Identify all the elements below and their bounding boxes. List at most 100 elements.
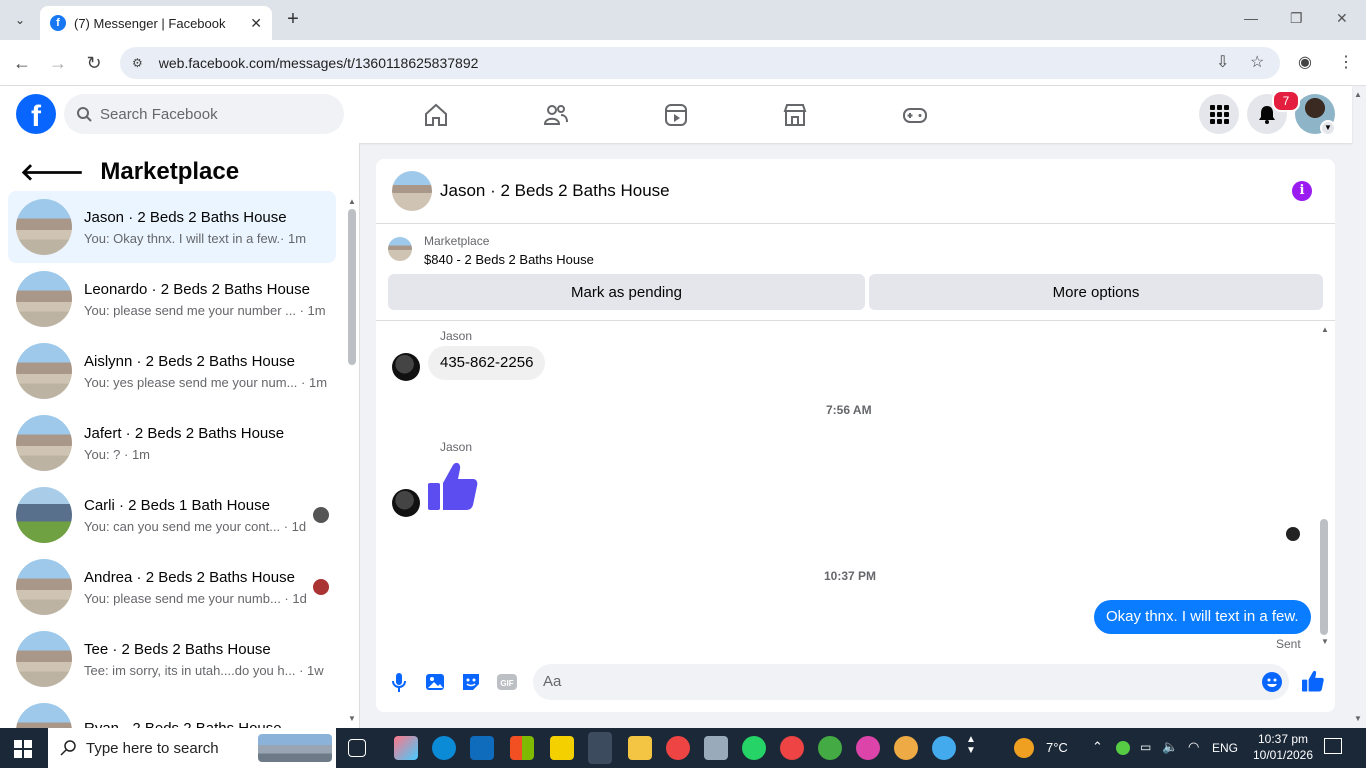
- sender-avatar[interactable]: [392, 489, 420, 517]
- tray-chevron-icon[interactable]: ⌃: [1092, 739, 1103, 755]
- page-scroll-down-arrow[interactable]: ▼: [1354, 714, 1362, 723]
- chrome-profile-icon[interactable]: [932, 736, 956, 760]
- facebook-search-input[interactable]: Search Facebook: [64, 94, 344, 134]
- page-scroll-up-arrow[interactable]: ▲: [1354, 90, 1362, 99]
- chat-scrollbar[interactable]: [1320, 519, 1328, 635]
- url-input[interactable]: ⚙ web.facebook.com/messages/t/1360118625…: [120, 47, 1280, 79]
- wifi-icon[interactable]: ◠: [1188, 739, 1199, 755]
- chrome-profile-icon[interactable]: [780, 736, 804, 760]
- more-options-button[interactable]: More options: [869, 274, 1323, 310]
- chrome-profile-icon[interactable]: [894, 736, 918, 760]
- scroll-down-arrow[interactable]: ▼: [348, 714, 356, 723]
- sticker-icon[interactable]: [460, 671, 482, 693]
- language-indicator[interactable]: ENG: [1212, 741, 1238, 755]
- whatsapp-icon[interactable]: [742, 736, 766, 760]
- restore-icon[interactable]: ❐: [1290, 10, 1303, 27]
- browser-menu-icon[interactable]: ⋮: [1338, 52, 1354, 72]
- url-text: web.facebook.com/messages/t/136011862583…: [158, 55, 479, 71]
- chat-scroll-down-arrow[interactable]: ▼: [1321, 637, 1329, 646]
- like-send-icon[interactable]: [1302, 670, 1324, 692]
- new-tab-button[interactable]: +: [282, 8, 304, 30]
- home-icon[interactable]: [423, 102, 449, 128]
- windows-start-icon[interactable]: [14, 740, 32, 758]
- conversation-item[interactable]: Leonardo · 2 Beds 2 Baths House You: plea…: [8, 263, 336, 335]
- site-settings-icon[interactable]: ⚙: [132, 56, 143, 70]
- chrome-icon[interactable]: [666, 736, 690, 760]
- outlook-icon[interactable]: [470, 736, 494, 760]
- task-view-icon[interactable]: [348, 739, 366, 757]
- conversation-name: Ryan · 2 Beds 2 Baths House: [84, 720, 314, 728]
- listing-thumbnail[interactable]: [388, 237, 412, 261]
- photo-icon[interactable]: [424, 671, 446, 693]
- friends-icon[interactable]: [543, 102, 569, 128]
- app-icon[interactable]: [704, 736, 728, 760]
- conversation-item[interactable]: Jafert · 2 Beds 2 Baths House You: ? · 1m: [8, 407, 336, 479]
- mark-pending-button[interactable]: Mark as pending: [388, 274, 865, 310]
- conversation-item[interactable]: Carli · 2 Beds 1 Bath House You: can you …: [8, 479, 336, 551]
- message-timestamp: 7:56 AM: [826, 403, 872, 417]
- conversation-item[interactable]: Andrea · 2 Beds 2 Baths House You: please…: [8, 551, 336, 623]
- tray-app-icon[interactable]: [1116, 741, 1130, 755]
- chrome-profile-icon[interactable]: [818, 736, 842, 760]
- conversation-name: Jafert · 2 Beds 2 Baths House: [84, 424, 285, 442]
- facebook-logo-icon[interactable]: f: [16, 94, 56, 134]
- bookmark-star-icon[interactable]: ☆: [1250, 52, 1264, 72]
- emoji-icon[interactable]: [1262, 672, 1282, 692]
- reload-icon[interactable]: ↻: [82, 52, 106, 76]
- volume-icon[interactable]: 🔈: [1162, 739, 1178, 755]
- outgoing-message[interactable]: Okay thnx. I will text in a few.: [1094, 600, 1311, 634]
- profile-icon[interactable]: ◉: [1298, 52, 1312, 72]
- notification-center-icon[interactable]: [1324, 738, 1342, 754]
- seen-avatar: [1286, 527, 1300, 541]
- sticky-notes-icon[interactable]: [550, 736, 574, 760]
- active-app-icon[interactable]: [588, 732, 612, 764]
- marketplace-title: Marketplace: [100, 158, 240, 185]
- video-icon[interactable]: [663, 102, 689, 128]
- gif-icon[interactable]: GIF: [496, 671, 518, 693]
- weather-icon[interactable]: [1014, 738, 1034, 758]
- conversation-item[interactable]: Jason · 2 Beds 2 Baths House You: Okay th…: [8, 191, 336, 263]
- menu-grid-icon[interactable]: [1199, 94, 1239, 134]
- info-icon[interactable]: i: [1292, 181, 1312, 201]
- conversation-item[interactable]: Tee · 2 Beds 2 Baths House Tee: im sorry,…: [8, 623, 336, 695]
- clock[interactable]: 10:37 pm 10/01/2026: [1252, 732, 1314, 762]
- taskbar-scroll-icon[interactable]: ▲ ▼: [966, 734, 976, 756]
- account-chevron-icon[interactable]: ▼: [1320, 120, 1336, 136]
- back-arrow-icon[interactable]: 🡐: [20, 157, 84, 187]
- window-close-icon[interactable]: ✕: [1336, 10, 1348, 27]
- tab-close-icon[interactable]: ✕: [250, 15, 262, 32]
- thumbs-up-icon[interactable]: [428, 461, 478, 511]
- microphone-icon[interactable]: [388, 671, 410, 693]
- battery-icon[interactable]: ▭: [1140, 740, 1151, 754]
- browser-tab[interactable]: f (7) Messenger | Facebook ✕: [40, 6, 272, 40]
- conversation-name: Tee · 2 Beds 2 Baths House: [84, 640, 271, 658]
- tab-search-chevron-icon[interactable]: ⌄: [8, 8, 32, 32]
- store-icon[interactable]: [510, 736, 534, 760]
- message-input[interactable]: Aa: [533, 664, 1289, 700]
- facebook-header: f Search Facebook ▼: [0, 86, 1352, 143]
- marketplace-icon[interactable]: [782, 102, 808, 128]
- chat-panel: Jason · 2 Beds 2 Baths House i Marketpla…: [376, 159, 1335, 712]
- edge-icon[interactable]: [432, 736, 456, 760]
- install-app-icon[interactable]: ⇩: [1216, 52, 1229, 72]
- chat-scroll-up-arrow[interactable]: ▲: [1321, 325, 1329, 334]
- file-explorer-icon[interactable]: [628, 736, 652, 760]
- incoming-message[interactable]: 435-862-2256: [428, 346, 546, 380]
- chat-avatar[interactable]: [392, 171, 432, 211]
- copilot-icon[interactable]: [394, 736, 418, 760]
- chrome-profile-icon[interactable]: [856, 736, 880, 760]
- weather-temp[interactable]: 7°C: [1046, 740, 1068, 755]
- minimize-icon[interactable]: —: [1244, 10, 1258, 26]
- back-icon[interactable]: ←: [10, 52, 34, 76]
- gaming-icon[interactable]: [902, 102, 928, 128]
- chat-title[interactable]: Jason · 2 Beds 2 Baths House: [440, 181, 670, 201]
- forward-icon[interactable]: →: [46, 52, 70, 76]
- conversation-item[interactable]: Ryan · 2 Beds 2 Baths House: [8, 695, 336, 728]
- list-scrollbar[interactable]: [348, 209, 356, 365]
- sender-avatar[interactable]: [392, 353, 420, 381]
- taskbar-search-input[interactable]: Type here to search: [48, 728, 336, 768]
- conversation-item[interactable]: Aislynn · 2 Beds 2 Baths House You: yes p…: [8, 335, 336, 407]
- listing-title[interactable]: $840 - 2 Beds 2 Baths House: [424, 252, 594, 267]
- scroll-up-arrow[interactable]: ▲: [348, 197, 356, 206]
- conversation-thumbnail: [16, 631, 72, 687]
